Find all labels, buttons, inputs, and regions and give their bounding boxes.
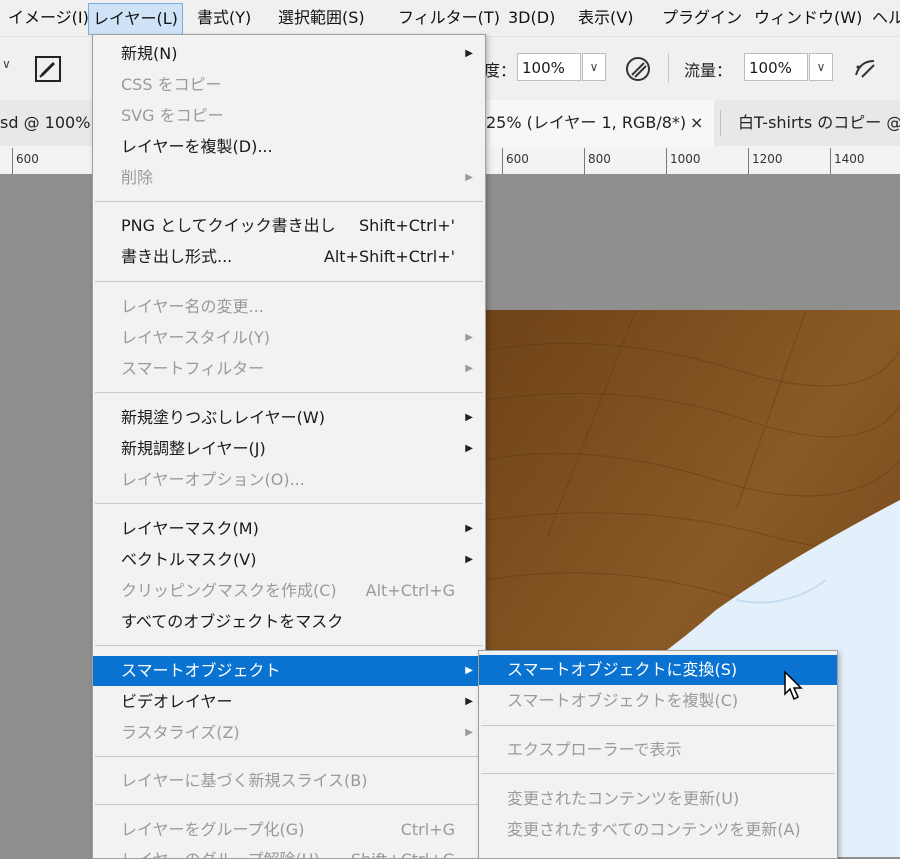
menu-item-quick-export[interactable]: PNG としてクイック書き出し Shift+Ctrl+' [93, 211, 485, 241]
opacity-dropdown[interactable]: ∨ [582, 53, 606, 81]
menu-item-show-in-explorer[interactable]: エクスプローラーで表示 [479, 735, 837, 765]
menu-item-smart-filter[interactable]: スマートフィルター ▶ [93, 354, 485, 384]
menu-filter[interactable]: フィルター(T) [394, 0, 504, 36]
submenu-arrow-icon: ▶ [465, 412, 473, 423]
menu-separator [95, 645, 483, 646]
menu-item-group-layers[interactable]: レイヤーをグループ化(G) Ctrl+G [93, 815, 485, 845]
menu-item-update-all-modified[interactable]: 変更されたすべてのコンテンツを更新(A) [479, 815, 837, 845]
menu-view[interactable]: 表示(V) [574, 0, 637, 36]
menu-item-update-modified[interactable]: 変更されたコンテンツを更新(U) [479, 784, 837, 814]
brush-preset-icon[interactable] [34, 55, 62, 83]
ruler-line [584, 148, 585, 174]
ruler-line [502, 148, 503, 174]
mouse-cursor-icon [784, 670, 803, 701]
tab-document-3[interactable]: 白T-shirts のコピー @ [738, 100, 900, 146]
menu-separator [95, 804, 483, 805]
divider [668, 53, 669, 83]
menu-item-new-slice[interactable]: レイヤーに基づく新規スライス(B) [93, 766, 485, 796]
flow-dropdown[interactable]: ∨ [809, 53, 833, 81]
airbrush-icon[interactable] [852, 55, 880, 83]
tab-document-2[interactable]: 25% (レイヤー 1, RGB/8*) × [486, 100, 714, 146]
menu-item-new-adjustment-layer[interactable]: 新規調整レイヤー(J) ▶ [93, 434, 485, 464]
menu-item-vector-mask[interactable]: ベクトルマスク(V) ▶ [93, 545, 485, 575]
ruler-line [748, 148, 749, 174]
submenu-arrow-icon: ▶ [465, 696, 473, 707]
menu-item-clipping-mask[interactable]: クリッピングマスクを作成(C) Alt+Ctrl+G [93, 576, 485, 606]
menu-item-mask-all-objects[interactable]: すべてのオブジェクトをマスク [93, 607, 485, 637]
menu-item-rasterize[interactable]: ラスタライズ(Z) ▶ [93, 718, 485, 748]
chevron-down-icon[interactable]: ∨ [2, 57, 11, 71]
menu-plugins[interactable]: プラグイン [658, 0, 746, 36]
menu-item-layer-options[interactable]: レイヤーオプション(O)... [93, 465, 485, 495]
menu-separator [95, 756, 483, 757]
menu-separator [95, 281, 483, 282]
menu-item-duplicate[interactable]: レイヤーを複製(D)... [93, 132, 485, 162]
menu-item-rename[interactable]: レイヤー名の変更... [93, 292, 485, 322]
ruler-line [12, 148, 13, 174]
menu-select[interactable]: 選択範囲(S) [274, 0, 369, 36]
ruler-tick: 1200 [752, 152, 783, 166]
menu-item-new[interactable]: 新規(N) ▶ [93, 39, 485, 69]
close-icon[interactable]: × [690, 100, 703, 146]
flow-field[interactable]: 100% [744, 53, 808, 81]
menu-separator [481, 725, 835, 726]
menu-help[interactable]: ヘル [868, 0, 900, 36]
menu-separator [481, 773, 835, 774]
menu-item-video-layer[interactable]: ビデオレイヤー ▶ [93, 687, 485, 717]
ruler-line [830, 148, 831, 174]
menu-separator [95, 201, 483, 202]
tab-document-1[interactable]: sd @ 100% [0, 100, 92, 146]
ruler-tick: 800 [588, 152, 611, 166]
pressure-opacity-icon[interactable] [624, 55, 652, 83]
menu-item-copy-css[interactable]: CSS をコピー [93, 70, 485, 100]
ruler-tick: 600 [506, 152, 529, 166]
menu-item-new-fill-layer[interactable]: 新規塗りつぶしレイヤー(W) ▶ [93, 403, 485, 433]
menu-item-layer-style[interactable]: レイヤースタイル(Y) ▶ [93, 323, 485, 353]
ruler-line [666, 148, 667, 174]
submenu-arrow-icon: ▶ [465, 332, 473, 343]
chevron-down-icon: ∨ [816, 60, 826, 74]
menu-3d[interactable]: 3D(D) [504, 0, 559, 36]
layer-menu: 新規(N) ▶ CSS をコピー SVG をコピー レイヤーを複製(D)... 削… [92, 34, 486, 859]
menu-type[interactable]: 書式(Y) [193, 0, 255, 36]
submenu-arrow-icon: ▶ [465, 172, 473, 183]
chevron-down-icon: ∨ [589, 60, 599, 74]
tab-divider [720, 110, 721, 136]
menu-image[interactable]: イメージ(I) [4, 0, 93, 36]
flow-label: 流量： [684, 61, 733, 80]
ruler-tick: 600 [16, 152, 39, 166]
submenu-arrow-icon: ▶ [465, 665, 473, 676]
menu-bar: イメージ(I) レイヤー(L) 書式(Y) 選択範囲(S) フィルター(T) 3… [0, 0, 900, 36]
menu-item-copy-svg[interactable]: SVG をコピー [93, 101, 485, 131]
tab-title: 25% (レイヤー 1, RGB/8*) [486, 113, 687, 132]
submenu-arrow-icon: ▶ [465, 727, 473, 738]
menu-item-delete[interactable]: 削除 ▶ [93, 163, 485, 193]
submenu-arrow-icon: ▶ [465, 523, 473, 534]
menu-layer[interactable]: レイヤー(L) [88, 3, 183, 35]
submenu-arrow-icon: ▶ [465, 363, 473, 374]
menu-item-smart-object[interactable]: スマートオブジェクト ▶ [93, 656, 485, 686]
menu-window[interactable]: ウィンドウ(W) [750, 0, 866, 36]
menu-item-export-as[interactable]: 書き出し形式... Alt+Shift+Ctrl+' [93, 242, 485, 272]
opacity-field[interactable]: 100% [517, 53, 581, 81]
opacity-label: 度： [484, 61, 517, 80]
submenu-arrow-icon: ▶ [465, 48, 473, 59]
menu-separator [95, 503, 483, 504]
submenu-arrow-icon: ▶ [465, 443, 473, 454]
ruler-tick: 1400 [834, 152, 865, 166]
menu-separator [95, 392, 483, 393]
menu-item-layer-mask[interactable]: レイヤーマスク(M) ▶ [93, 514, 485, 544]
submenu-arrow-icon: ▶ [465, 554, 473, 565]
ruler-tick: 1000 [670, 152, 701, 166]
